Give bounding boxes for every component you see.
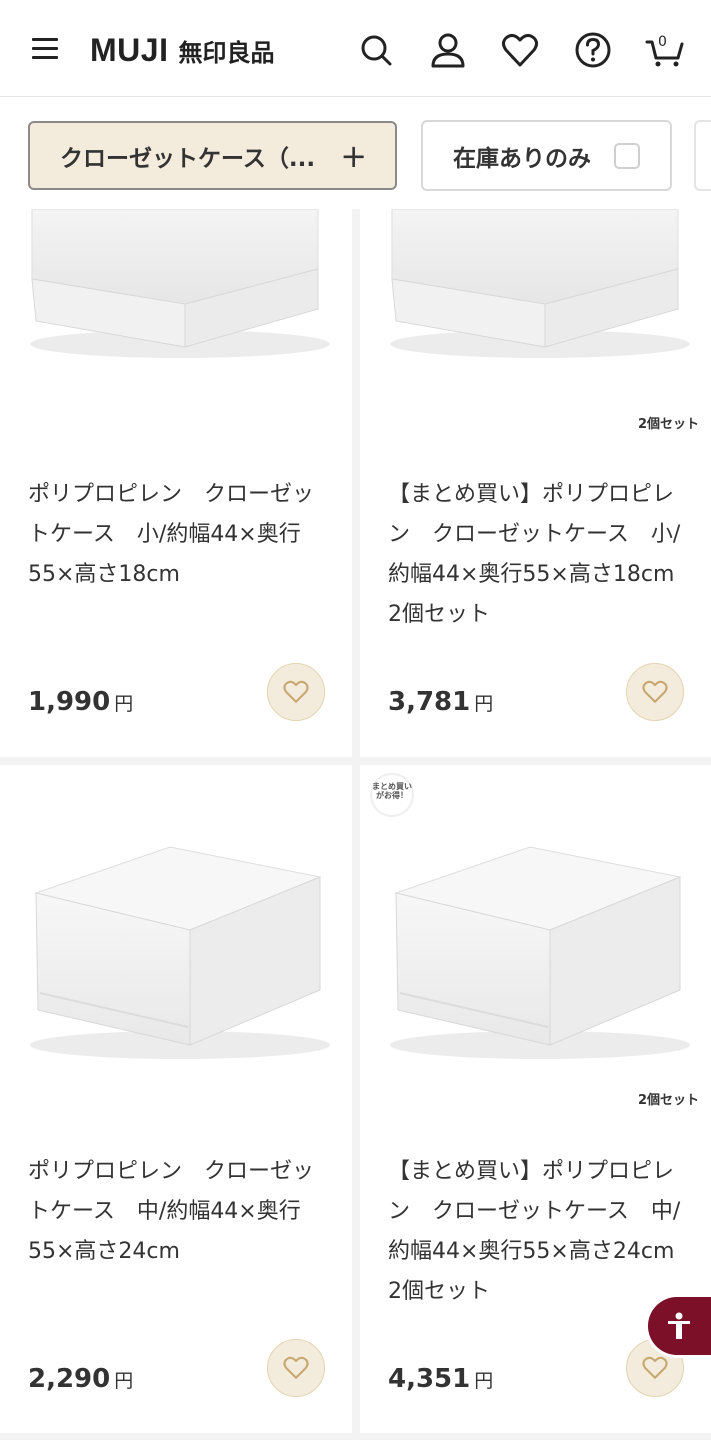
product-card[interactable]: ポリプロピレン クローゼットケース 中/約幅44×奥行55×高さ24cm 2,2… — [0, 765, 352, 1433]
product-price: 2,290 円 — [28, 1364, 133, 1394]
heart-icon — [642, 1356, 668, 1379]
favorite-button[interactable] — [626, 663, 684, 721]
price-value: 4,351 — [388, 1364, 471, 1394]
account-icon[interactable] — [428, 30, 468, 70]
search-icon[interactable] — [356, 30, 396, 70]
accessibility-button[interactable] — [648, 1297, 711, 1355]
product-title[interactable]: ポリプロピレン クローゼットケース 中/約幅44×奥行55×高さ24cm — [28, 1152, 328, 1272]
price-value: 1,990 — [28, 687, 111, 717]
product-title[interactable]: ポリプロピレン クローゼットケース 小/約幅44×奥行55×高さ18cm — [28, 475, 328, 595]
set-label: 2個セット — [637, 1093, 699, 1108]
category-filter-chip[interactable]: クローゼットケース（... + — [28, 121, 397, 190]
in-stock-label: 在庫ありのみ — [453, 145, 591, 172]
site-header: MUJI 無印良品 0 — [0, 0, 711, 97]
product-image[interactable] — [360, 805, 711, 1105]
bulk-buy-badge: まとめ買いがお得！ — [370, 773, 414, 817]
logo-latin: MUJI — [90, 32, 169, 68]
menu-icon[interactable] — [32, 38, 58, 60]
product-title[interactable]: 【まとめ買い】ポリプロピレン クローゼットケース 中/約幅44×奥行55×高さ2… — [388, 1152, 688, 1312]
price-currency: 円 — [474, 1370, 494, 1392]
product-image[interactable] — [0, 209, 352, 439]
product-price: 3,781 円 — [388, 687, 493, 717]
in-stock-filter-chip[interactable]: 在庫ありのみ — [421, 120, 672, 191]
cart-count: 0 — [658, 34, 667, 50]
plus-icon: + — [340, 137, 367, 175]
price-currency: 円 — [114, 1370, 134, 1392]
accessibility-icon — [668, 1312, 690, 1339]
product-image[interactable] — [0, 805, 352, 1105]
price-currency: 円 — [114, 693, 134, 715]
more-filter-chip[interactable] — [694, 120, 711, 191]
product-image[interactable] — [360, 209, 711, 439]
heart-icon — [283, 680, 309, 703]
product-price: 4,351 円 — [388, 1364, 493, 1394]
help-icon[interactable] — [573, 30, 613, 70]
product-price: 1,990 円 — [28, 687, 133, 717]
filter-bar: クローゼットケース（... + 在庫ありのみ — [0, 97, 711, 209]
in-stock-checkbox[interactable] — [614, 143, 640, 169]
favorite-button[interactable] — [267, 663, 325, 721]
favorite-button[interactable] — [267, 1339, 325, 1397]
category-filter-label: クローゼットケース（... — [60, 145, 316, 172]
product-title[interactable]: 【まとめ買い】ポリプロピレン クローゼットケース 小/約幅44×奥行55×高さ1… — [388, 475, 688, 635]
product-card[interactable]: 2個セット 【まとめ買い】ポリプロピレン クローゼットケース 小/約幅44×奥行… — [360, 209, 711, 757]
logo-kanji: 無印良品 — [178, 39, 275, 67]
price-currency: 円 — [474, 693, 494, 715]
heart-icon — [642, 680, 668, 703]
price-value: 3,781 — [388, 687, 471, 717]
heart-icon[interactable] — [500, 30, 540, 70]
product-card[interactable]: ポリプロピレン クローゼットケース 小/約幅44×奥行55×高さ18cm 1,9… — [0, 209, 352, 757]
heart-icon — [283, 1356, 309, 1379]
price-value: 2,290 — [28, 1364, 111, 1394]
muji-logo[interactable]: MUJI 無印良品 — [90, 32, 274, 69]
set-label: 2個セット — [637, 417, 699, 432]
